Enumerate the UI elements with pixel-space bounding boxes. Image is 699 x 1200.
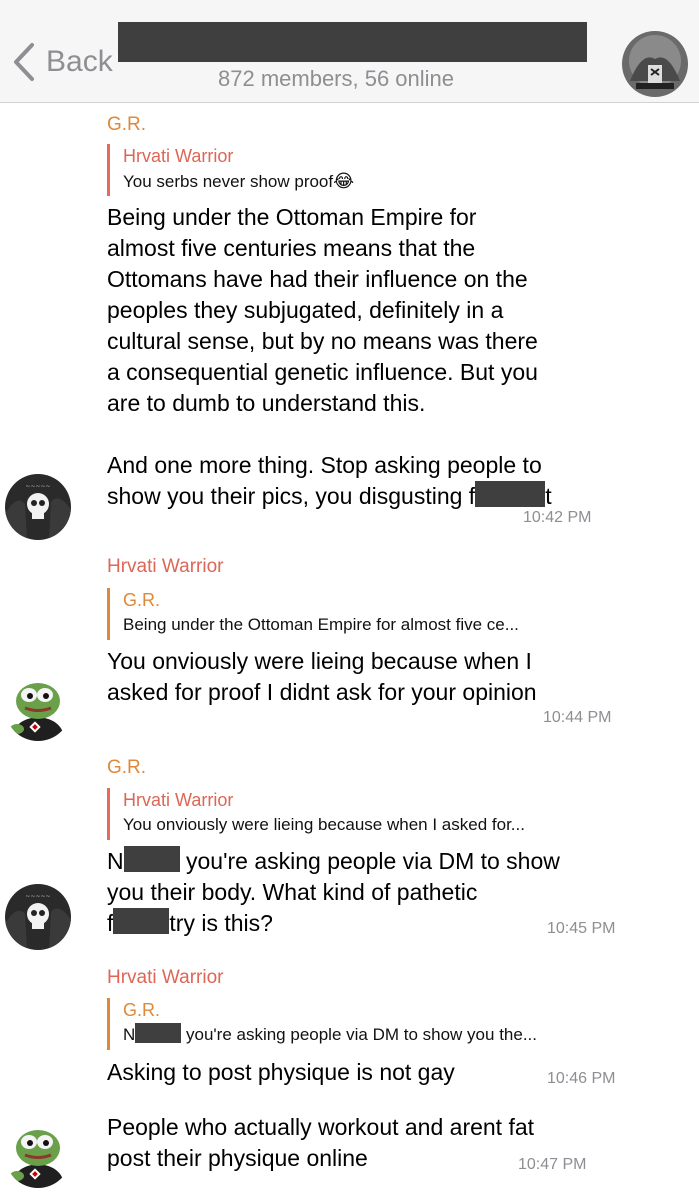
- timestamp: 10:44 PM: [543, 709, 612, 726]
- sender-name[interactable]: Hrvati Warrior: [107, 556, 223, 578]
- reply-author: Hrvati Warrior: [123, 146, 234, 166]
- svg-text:~~~~~: ~~~~~: [25, 893, 50, 900]
- reply-quote[interactable]: Hrvati Warrior You serbs never show proo…: [107, 144, 643, 196]
- message-text: Asking to post physique is not gay: [107, 1059, 455, 1085]
- redaction: [113, 908, 170, 934]
- avatar-skull[interactable]: ~~~~~: [5, 884, 71, 950]
- reply-text: You onviously were lieing because when I…: [123, 815, 525, 834]
- reply-text: You serbs never show proof😂: [123, 171, 355, 191]
- reply-quote[interactable]: G.R. N you're asking people via DM to sh…: [107, 998, 643, 1050]
- redaction: [123, 846, 180, 872]
- avatar-skull[interactable]: ~~~~~: [5, 474, 71, 540]
- reply-text: N you're asking people via DM to show yo…: [123, 1023, 537, 1044]
- chevron-left-icon: [14, 43, 34, 81]
- chat-title-redacted[interactable]: [118, 22, 587, 62]
- message-text: N you're asking people via DM to show yo…: [107, 846, 560, 936]
- avatar-frog[interactable]: [5, 675, 71, 741]
- sender-name[interactable]: G.R.: [107, 757, 146, 779]
- message-text: People who actually workout and arent fa…: [107, 1114, 535, 1171]
- sender-name[interactable]: Hrvati Warrior: [107, 967, 223, 989]
- svg-text:~~~~~: ~~~~~: [25, 483, 50, 490]
- redaction: [475, 481, 546, 507]
- back-button[interactable]: Back: [12, 40, 113, 84]
- sender-name[interactable]: G.R.: [107, 114, 146, 136]
- timestamp: 10:47 PM: [518, 1156, 587, 1173]
- reply-author: G.R.: [123, 590, 161, 610]
- message-text: You onviously were lieing because when I…: [107, 648, 537, 705]
- reply-quote[interactable]: G.R. Being under the Ottoman Empire for …: [107, 588, 643, 640]
- timestamp: 10:45 PM: [547, 920, 616, 937]
- timestamp: 10:46 PM: [547, 1070, 616, 1087]
- group-avatar[interactable]: [622, 31, 688, 97]
- timestamp: 10:42 PM: [523, 509, 592, 526]
- reply-author: Hrvati Warrior: [123, 790, 234, 810]
- chat-header: Back 872 members, 56 online: [0, 0, 699, 103]
- avatar-frog[interactable]: [5, 1122, 71, 1188]
- laughing-emoji-icon: 😂: [333, 171, 355, 191]
- message-text: Being under the Ottoman Empire for almos…: [107, 204, 552, 509]
- reply-text: Being under the Ottoman Empire for almos…: [123, 615, 519, 634]
- reply-author: G.R.: [123, 1000, 161, 1020]
- back-label: Back: [46, 45, 113, 78]
- redaction: [135, 1023, 182, 1043]
- member-count: 872 members, 56 online: [218, 66, 455, 91]
- reply-quote[interactable]: Hrvati Warrior You onviously were lieing…: [107, 788, 643, 840]
